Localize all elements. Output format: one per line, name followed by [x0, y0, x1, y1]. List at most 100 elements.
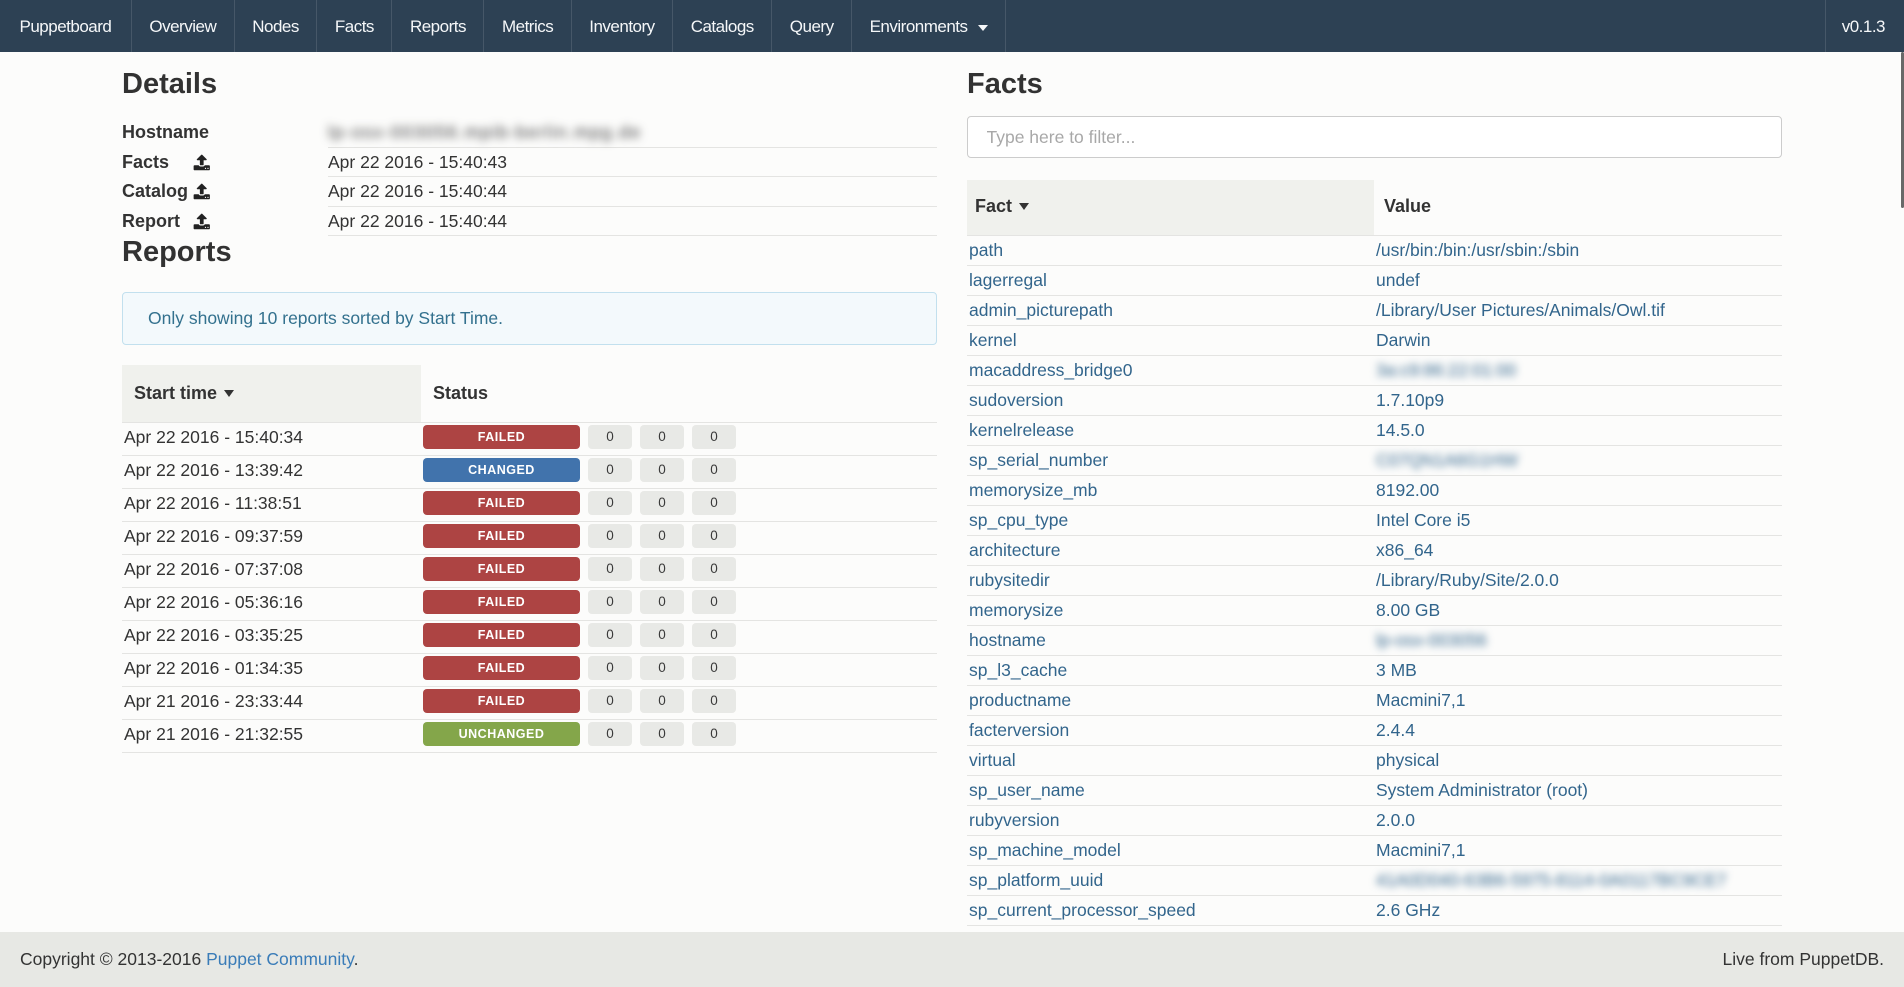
fact-value-link[interactable]: /Library/User Pictures/Animals/Owl.tif [1376, 300, 1665, 320]
upload-icon[interactable] [193, 154, 211, 172]
report-count-box: 0 [692, 722, 736, 746]
fact-value-link[interactable]: undef [1376, 270, 1420, 290]
report-row: Apr 22 2016 - 09:37:59FAILED000 [122, 522, 937, 555]
details-title: Details [122, 67, 937, 101]
fact-value-link[interactable]: 3 MB [1376, 660, 1417, 680]
navbar-link-catalogs[interactable]: Catalogs [673, 1, 771, 53]
navbar-version-text: v0.1.3 [1842, 17, 1885, 36]
fact-value-link[interactable]: 2.6 GHz [1376, 900, 1440, 920]
report-status-group: CHANGED000 [423, 458, 937, 482]
fact-name-link[interactable]: sp_current_processor_speed [969, 900, 1196, 920]
fact-name-cell: rubyversion [967, 805, 1374, 835]
facts-filter-input[interactable] [967, 116, 1782, 158]
fact-value-link[interactable]: 14.5.0 [1376, 420, 1425, 440]
fact-name-link[interactable]: path [969, 240, 1003, 260]
fact-value-link[interactable]: Macmini7,1 [1376, 690, 1465, 710]
fact-value-link[interactable]: Darwin [1376, 330, 1430, 350]
report-count-box: 0 [692, 689, 736, 713]
fact-value-link[interactable]: 8192.00 [1376, 480, 1439, 500]
fact-name-link[interactable]: rubysitedir [969, 570, 1050, 590]
fact-name-cell: sp_machine_model [967, 835, 1374, 865]
fact-value-link[interactable]: 1.7.10p9 [1376, 390, 1444, 410]
navbar-link-query[interactable]: Query [772, 1, 851, 53]
report-count-box: 0 [692, 557, 736, 581]
puppet-community-link[interactable]: Puppet Community [206, 949, 354, 969]
fact-row: virtual physical [967, 745, 1782, 775]
navbar-link-inventory[interactable]: Inventory [572, 1, 672, 53]
navbar-link-facts[interactable]: Facts [317, 1, 391, 53]
report-count-box: 0 [588, 557, 632, 581]
navbar-item-facts: Facts [316, 0, 391, 52]
fact-name-link[interactable]: sp_serial_number [969, 450, 1108, 470]
fact-name-link[interactable]: virtual [969, 750, 1016, 770]
upload-icon[interactable] [193, 213, 211, 231]
reports-column-start-time[interactable]: Start time [122, 365, 421, 423]
fact-value-link[interactable]: System Administrator (root) [1376, 780, 1588, 800]
reports-column-status: Status [421, 365, 937, 423]
report-start-time: Apr 22 2016 - 11:38:51 [122, 489, 421, 522]
fact-value-link[interactable]: 2.0.0 [1376, 810, 1415, 830]
navbar-link-overview[interactable]: Overview [132, 1, 234, 53]
fact-name-link[interactable]: sp_user_name [969, 780, 1085, 800]
fact-value-link[interactable]: 3a:c9:86:22:01:00 [1376, 360, 1516, 380]
fact-name-link[interactable]: admin_picturepath [969, 300, 1113, 320]
report-status-label: UNCHANGED [423, 722, 580, 746]
fact-name-link[interactable]: sudoversion [969, 390, 1063, 410]
fact-row: rubysitedir/Library/Ruby/Site/2.0.0 [967, 565, 1782, 595]
fact-name-link[interactable]: sp_cpu_type [969, 510, 1068, 530]
fact-name-link[interactable]: productname [969, 690, 1071, 710]
fact-name-link[interactable]: macaddress_bridge0 [969, 360, 1132, 380]
fact-name-link[interactable]: lagerregal [969, 270, 1047, 290]
navbar-link-nodes[interactable]: Nodes [235, 1, 317, 53]
fact-name-link[interactable]: architecture [969, 540, 1060, 560]
report-row: Apr 22 2016 - 13:39:42CHANGED000 [122, 456, 937, 489]
fact-name-link[interactable]: sp_machine_model [969, 840, 1121, 860]
report-count-box: 0 [640, 491, 684, 515]
fact-name-link[interactable]: rubyversion [969, 810, 1059, 830]
fact-value-cell: /Library/User Pictures/Animals/Owl.tif [1374, 295, 1782, 325]
fact-value-link[interactable]: /usr/bin:/bin:/usr/sbin:/sbin [1376, 240, 1579, 260]
fact-name-link[interactable]: sp_platform_uuid [969, 870, 1103, 890]
fact-name-cell: sp_current_processor_speed [967, 895, 1374, 925]
fact-value-link[interactable]: 8.00 GB [1376, 600, 1440, 620]
fact-name-link[interactable]: memorysize_mb [969, 480, 1097, 500]
fact-value-link[interactable]: C07QN1A6G1HW [1376, 450, 1518, 470]
details-value: Apr 22 2016 - 15:40:43 [328, 147, 937, 177]
report-count-box: 0 [588, 458, 632, 482]
fact-name-link[interactable]: kernel [969, 330, 1017, 350]
navbar: Puppetboard OverviewNodesFactsReportsMet… [0, 0, 1904, 52]
navbar-link-reports[interactable]: Reports [392, 1, 483, 53]
report-count-box: 0 [692, 590, 736, 614]
fact-value-link[interactable]: /Library/Ruby/Site/2.0.0 [1376, 570, 1559, 590]
navbar-item-nodes: Nodes [234, 0, 317, 52]
navbar-brand[interactable]: Puppetboard [0, 1, 131, 53]
fact-name-link[interactable]: hostname [969, 630, 1046, 650]
details-label-text: Report [122, 211, 180, 231]
fact-value-link[interactable]: 2.4.4 [1376, 720, 1415, 740]
upload-icon[interactable] [193, 183, 211, 201]
details-value: lp-osx-003056.mpib-berlin.mpg.de [328, 118, 937, 147]
report-count-box: 0 [640, 722, 684, 746]
navbar-link-metrics[interactable]: Metrics [484, 1, 570, 53]
fact-value-link[interactable]: x86_64 [1376, 540, 1433, 560]
fact-name-cell: sp_user_name [967, 775, 1374, 805]
report-start-time: Apr 22 2016 - 05:36:16 [122, 588, 421, 621]
fact-name-link[interactable]: kernelrelease [969, 420, 1074, 440]
facts-column-fact[interactable]: Fact [967, 180, 1374, 235]
scrollbar-thumb[interactable] [1901, 52, 1904, 208]
report-count-box: 0 [692, 425, 736, 449]
report-count-box: 0 [588, 722, 632, 746]
fact-value-link[interactable]: lp-osx-003056 [1376, 630, 1487, 650]
fact-name-link[interactable]: sp_l3_cache [969, 660, 1067, 680]
fact-value-cell: Darwin [1374, 325, 1782, 355]
navbar-link-environments[interactable]: Environments [852, 1, 1005, 53]
fact-value-link[interactable]: 41A0D040-63B6-5975-8114-0A0117BC9CE7 [1376, 870, 1727, 890]
report-status-label: FAILED [423, 689, 580, 713]
fact-value-link[interactable]: Macmini7,1 [1376, 840, 1465, 860]
fact-row: architecture x86_64 [967, 535, 1782, 565]
fact-name-link[interactable]: facterversion [969, 720, 1069, 740]
footer-copyright: Copyright © 2013-2016 Puppet Community. [20, 949, 358, 970]
fact-value-link[interactable]: physical [1376, 750, 1439, 770]
fact-value-link[interactable]: Intel Core i5 [1376, 510, 1470, 530]
fact-name-link[interactable]: memorysize [969, 600, 1063, 620]
